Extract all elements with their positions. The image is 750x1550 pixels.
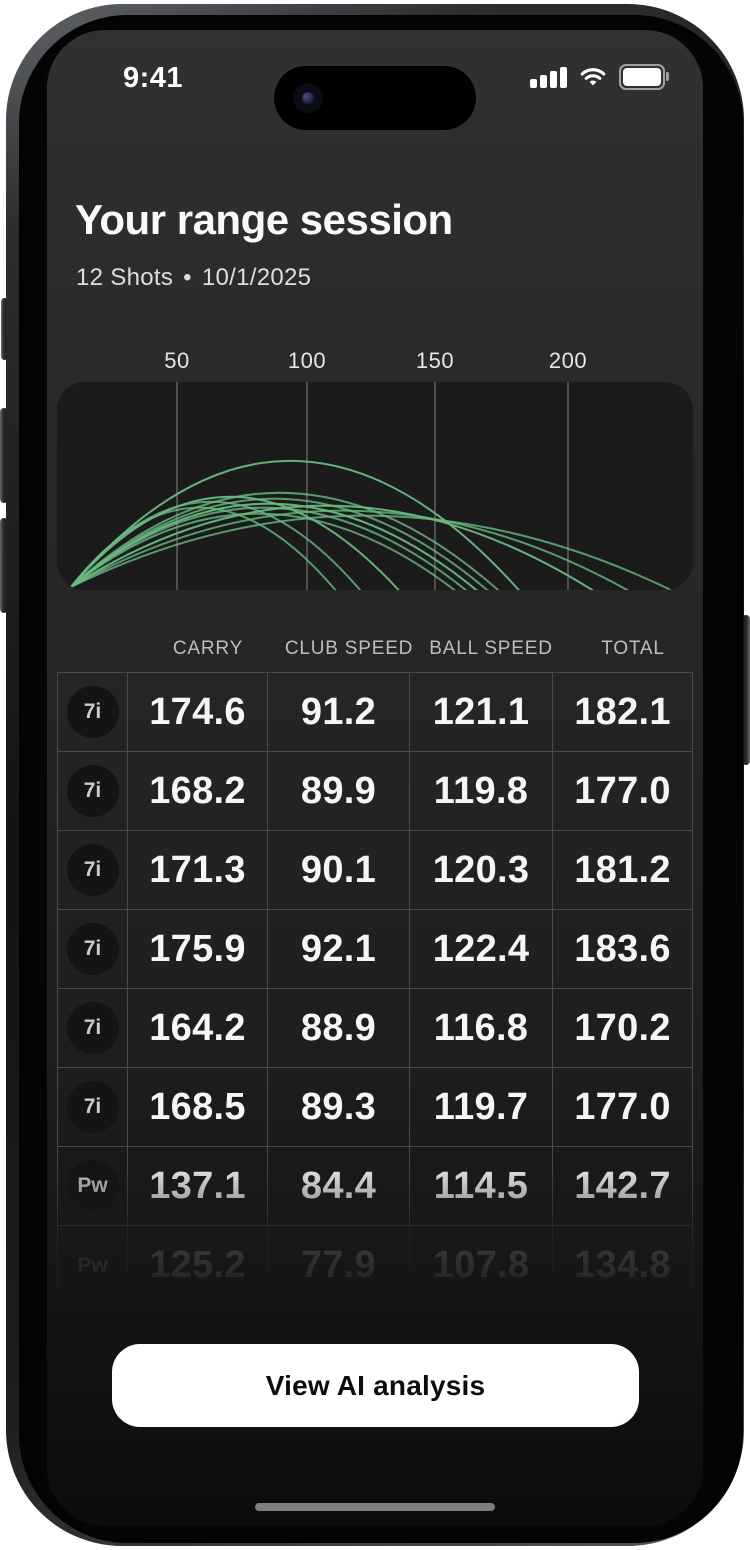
cell-club_speed: 91.2 bbox=[268, 673, 410, 751]
cell-ball_speed: 120.3 bbox=[410, 831, 553, 909]
cell-total: 181.2 bbox=[553, 831, 692, 909]
cell-carry: 164.2 bbox=[128, 989, 268, 1067]
cell-ball_speed: 119.7 bbox=[410, 1068, 553, 1146]
cell-total: 183.6 bbox=[553, 910, 692, 988]
cell-ball_speed: 122.4 bbox=[410, 910, 553, 988]
wifi-icon bbox=[577, 65, 609, 89]
club-cell: 7i bbox=[58, 910, 128, 988]
cell-ball_speed: 119.8 bbox=[410, 752, 553, 830]
table-row: Pw125.277.9107.8134.8 bbox=[58, 1226, 692, 1305]
col-total: TOTAL bbox=[601, 638, 664, 660]
cell-club_speed: 90.1 bbox=[268, 831, 410, 909]
table-row: Pw137.184.4114.5142.7 bbox=[58, 1147, 692, 1226]
cell-total: 177.0 bbox=[553, 1068, 692, 1146]
club-cell: Pw bbox=[58, 1226, 128, 1305]
club-badge: 7i bbox=[67, 844, 119, 896]
cell-ball_speed: 114.5 bbox=[410, 1147, 553, 1225]
table-row: 7i164.288.9116.8170.2 bbox=[58, 989, 692, 1068]
club-badge: Pw bbox=[67, 1160, 119, 1212]
club-badge: Pw bbox=[67, 1240, 119, 1292]
shot-count: 12 Shots bbox=[76, 264, 173, 291]
x-tick-200: 200 bbox=[549, 348, 587, 374]
trajectory-chart bbox=[57, 382, 693, 590]
bullet-separator: • bbox=[183, 264, 192, 291]
x-tick-150: 150 bbox=[416, 348, 454, 374]
status-time: 9:41 bbox=[123, 62, 203, 95]
table-row: 7i174.691.2121.1182.1 bbox=[58, 673, 692, 752]
club-cell: 7i bbox=[58, 831, 128, 909]
cell-club_speed: 84.4 bbox=[268, 1147, 410, 1225]
cell-carry: 137.1 bbox=[128, 1147, 268, 1225]
club-badge: 7i bbox=[67, 923, 119, 975]
cellular-signal-icon bbox=[530, 66, 567, 88]
cell-total: 134.8 bbox=[553, 1226, 692, 1305]
cell-total: 142.7 bbox=[553, 1147, 692, 1225]
session-date: 10/1/2025 bbox=[202, 264, 311, 291]
col-carry: CARRY bbox=[173, 638, 243, 660]
cell-club_speed: 88.9 bbox=[268, 989, 410, 1067]
home-indicator[interactable] bbox=[255, 1503, 495, 1511]
club-cell: Pw bbox=[58, 1147, 128, 1225]
battery-icon bbox=[619, 64, 665, 90]
club-badge: 7i bbox=[67, 765, 119, 817]
cell-carry: 125.2 bbox=[128, 1226, 268, 1305]
cell-carry: 171.3 bbox=[128, 831, 268, 909]
cell-club_speed: 89.9 bbox=[268, 752, 410, 830]
cell-club_speed: 92.1 bbox=[268, 910, 410, 988]
dynamic-island bbox=[274, 66, 476, 130]
cell-carry: 175.9 bbox=[128, 910, 268, 988]
cell-club_speed: 89.3 bbox=[268, 1068, 410, 1146]
cell-club_speed: 77.9 bbox=[268, 1226, 410, 1305]
club-cell: 7i bbox=[58, 673, 128, 751]
trajectory-svg bbox=[57, 382, 693, 590]
table-row: 7i171.390.1120.3181.2 bbox=[58, 831, 692, 910]
club-badge: 7i bbox=[67, 686, 119, 738]
table-row: 7i175.992.1122.4183.6 bbox=[58, 910, 692, 989]
club-cell: 7i bbox=[58, 989, 128, 1067]
view-ai-analysis-button[interactable]: View AI analysis bbox=[112, 1344, 639, 1427]
status-icons bbox=[530, 64, 665, 90]
page-title: Your range session bbox=[75, 196, 453, 244]
club-cell: 7i bbox=[58, 752, 128, 830]
table-row: 7i168.589.3119.7177.0 bbox=[58, 1068, 692, 1147]
cell-carry: 168.2 bbox=[128, 752, 268, 830]
club-badge: 7i bbox=[67, 1081, 119, 1133]
cell-ball_speed: 121.1 bbox=[410, 673, 553, 751]
club-badge: 7i bbox=[67, 1002, 119, 1054]
table-header: CARRY CLUB SPEED BALL SPEED TOTAL bbox=[57, 638, 693, 666]
cell-total: 182.1 bbox=[553, 673, 692, 751]
cell-carry: 168.5 bbox=[128, 1068, 268, 1146]
col-ball-speed: BALL SPEED bbox=[429, 638, 552, 660]
phone-mockup: 9:41 Your range session 12 Shots • 10/1/20… bbox=[0, 0, 750, 1550]
x-tick-50: 50 bbox=[164, 348, 189, 374]
club-cell: 7i bbox=[58, 1068, 128, 1146]
cell-carry: 174.6 bbox=[128, 673, 268, 751]
table-row: 7i168.289.9119.8177.0 bbox=[58, 752, 692, 831]
col-club-speed: CLUB SPEED bbox=[285, 638, 413, 660]
cell-ball_speed: 107.8 bbox=[410, 1226, 553, 1305]
front-camera-icon bbox=[293, 83, 323, 113]
screen: 9:41 Your range session 12 Shots • 10/1/20… bbox=[47, 30, 703, 1526]
x-tick-100: 100 bbox=[288, 348, 326, 374]
cell-ball_speed: 116.8 bbox=[410, 989, 553, 1067]
session-meta: 12 Shots • 10/1/2025 bbox=[76, 264, 311, 292]
cell-total: 177.0 bbox=[553, 752, 692, 830]
cell-total: 170.2 bbox=[553, 989, 692, 1067]
shot-table[interactable]: 7i174.691.2121.1182.17i168.289.9119.8177… bbox=[57, 672, 693, 1306]
